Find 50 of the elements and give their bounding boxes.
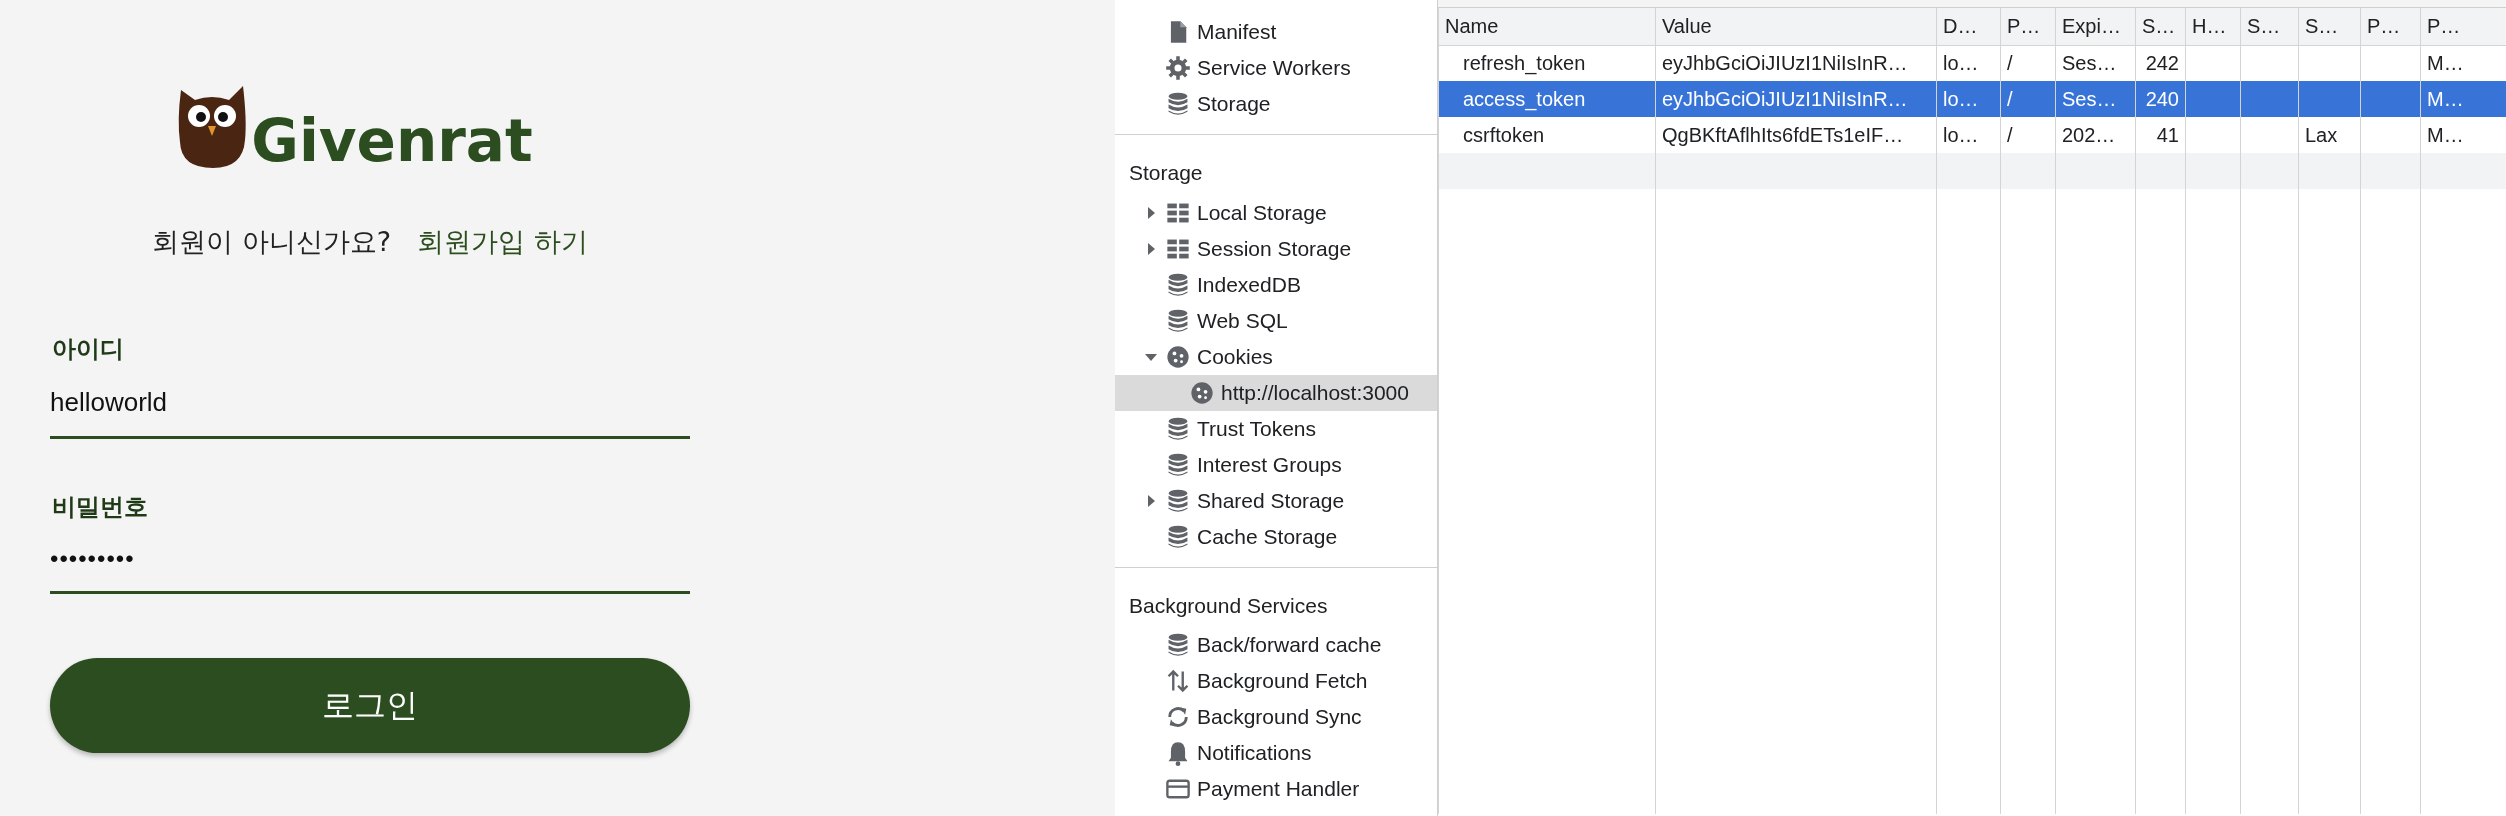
sidebar-item[interactable]: Shared Storage	[1197, 484, 1345, 517]
gear-icon	[1165, 55, 1191, 81]
sidebar-item[interactable]: Cookies	[1197, 340, 1273, 373]
column-header[interactable]: S…	[2135, 8, 2186, 45]
table-cell[interactable]: M…	[2420, 81, 2506, 117]
sidebar-item[interactable]: Background Sync	[1197, 701, 1362, 733]
signup-prompt: 회원이 아니신가요?	[152, 225, 392, 259]
table-cell[interactable]: Ses…	[2055, 81, 2136, 117]
field-label: 비밀번호	[52, 491, 149, 523]
section-title: Background Services	[1128, 592, 1329, 619]
sidebar-item[interactable]: Local Storage	[1197, 196, 1327, 229]
sidebar-item[interactable]: Cache Storage	[1197, 520, 1338, 553]
sidebar-item[interactable]: Web SQL	[1197, 304, 1288, 337]
logo-text: Givenrat	[251, 112, 533, 170]
sidebar-item[interactable]: Notifications	[1197, 737, 1312, 769]
sidebar-item[interactable]: Storage	[1197, 88, 1271, 120]
sidebar-item[interactable]: Interest Groups	[1197, 448, 1342, 481]
sync-icon	[1165, 704, 1191, 730]
cookie-icon	[1189, 379, 1215, 406]
sidebar-item[interactable]: Payment Handler	[1197, 773, 1360, 805]
sidebar-item[interactable]: Trust Tokens	[1197, 412, 1317, 445]
sidebar-item[interactable]: Service Workers	[1197, 52, 1351, 84]
sidebar-item[interactable]: Session Storage	[1197, 232, 1352, 265]
sidebar-item[interactable]: Manifest	[1197, 16, 1277, 48]
password-field[interactable]: •••••••••	[50, 524, 690, 594]
up-down-arrows-icon	[1165, 668, 1191, 694]
sidebar-item[interactable]: Back/forward cache	[1197, 629, 1382, 661]
column-header[interactable]: Value	[1655, 8, 1937, 45]
section-title: Storage	[1128, 160, 1204, 186]
column-header[interactable]: D…	[1936, 8, 2001, 45]
field-label: 아이디	[52, 333, 125, 365]
column-header[interactable]: Name	[1438, 8, 1656, 45]
cookie-icon	[1165, 343, 1191, 370]
column-header[interactable]: S…	[2298, 8, 2361, 45]
login-button[interactable]: 로그인	[50, 657, 690, 753]
column-header[interactable]: P…	[2420, 8, 2506, 45]
table-cell[interactable]: access_token	[1438, 81, 1656, 117]
column-header[interactable]: H…	[2185, 8, 2241, 45]
column-header[interactable]: Expi…	[2055, 8, 2136, 45]
column-header[interactable]: S…	[2240, 8, 2299, 45]
column-header[interactable]: P…	[2360, 8, 2421, 45]
sidebar-item[interactable]: IndexedDB	[1197, 268, 1301, 301]
table-cell[interactable]: 240	[2135, 81, 2186, 117]
table-cell[interactable]: /	[2000, 81, 2056, 117]
column-header[interactable]: P…	[2000, 8, 2056, 45]
sidebar-item[interactable]: Background Fetch	[1197, 665, 1368, 697]
username-field[interactable]: helloworld	[50, 366, 690, 439]
signup-link[interactable]: 회원가입 하기	[417, 222, 588, 263]
table-cell[interactable]: lo…	[1936, 81, 2001, 117]
table-cell[interactable]: eyJhbGciOiJIUzI1NiIsInR…	[1655, 81, 1937, 117]
